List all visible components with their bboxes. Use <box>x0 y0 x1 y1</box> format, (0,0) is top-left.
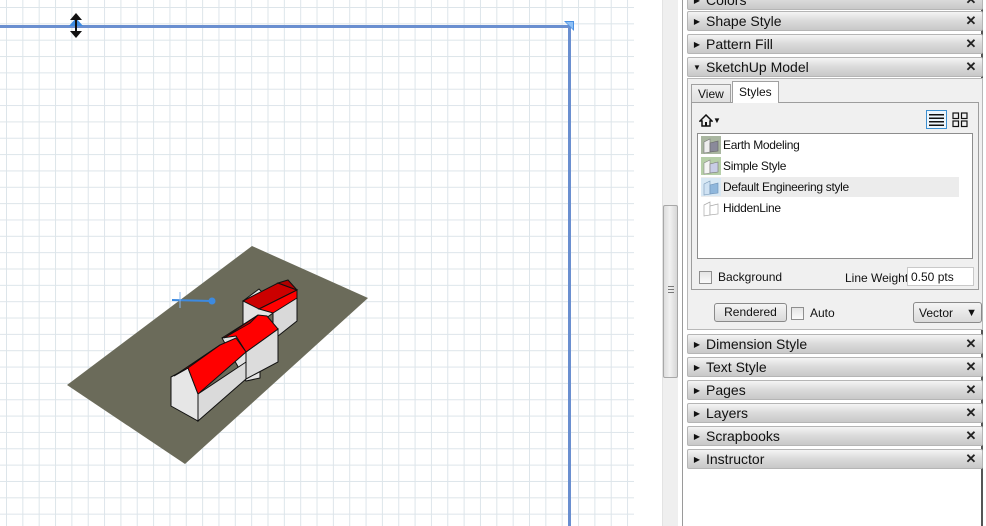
close-icon[interactable]: ✕ <box>960 36 982 52</box>
style-cube-icon <box>703 201 719 217</box>
style-collection-dropdown[interactable]: ▼ <box>698 111 721 127</box>
sketchup-model-panel: View Styles ▼ Earth Modeling Simple Styl… <box>687 78 983 330</box>
expand-triangle-icon: ▶ <box>693 385 701 395</box>
style-name: Simple Style <box>723 159 787 173</box>
close-icon[interactable]: ✕ <box>960 405 982 421</box>
style-list[interactable]: Earth Modeling Simple Style Default Engi… <box>697 133 973 259</box>
house-icon <box>698 113 714 127</box>
background-label: Background <box>718 270 783 284</box>
scrollbar-grip-icon <box>668 286 674 294</box>
chevron-down-icon: ▼ <box>713 115 721 125</box>
tab-view[interactable]: View <box>691 84 731 103</box>
expand-triangle-icon: ▶ <box>693 408 701 418</box>
close-icon[interactable]: ✕ <box>960 359 982 375</box>
chevron-down-icon: ▼ <box>966 306 977 319</box>
close-icon[interactable]: ✕ <box>960 59 982 75</box>
vertical-scrollbar-thumb[interactable] <box>663 205 678 378</box>
background-checkbox[interactable] <box>699 270 712 284</box>
page-border-right <box>568 25 571 526</box>
rendered-button[interactable]: Rendered <box>714 303 787 322</box>
list-view-icon <box>929 114 944 126</box>
close-icon[interactable]: ✕ <box>960 336 982 352</box>
panel-title: Dimension Style <box>706 336 808 352</box>
render-mode-select[interactable]: Vector ▼ <box>913 302 982 323</box>
panel-header-dimension-style[interactable]: ▶ Dimension Style ✕ <box>687 334 983 354</box>
panel-header-layers[interactable]: ▶ Layers ✕ <box>687 403 983 423</box>
panel-header-pages[interactable]: ▶ Pages ✕ <box>687 380 983 400</box>
styles-pane: ▼ Earth Modeling Simple Style Default En… <box>691 102 979 290</box>
drawing-canvas[interactable] <box>0 0 634 526</box>
style-item-earth-modeling[interactable]: Earth Modeling <box>701 135 959 155</box>
expand-triangle-icon: ▶ <box>693 16 701 26</box>
expand-triangle-icon: ▶ <box>693 454 701 464</box>
expand-triangle-icon: ▶ <box>693 339 701 349</box>
auto-label: Auto <box>810 306 835 320</box>
style-name: HiddenLine <box>723 201 781 215</box>
panel-title: Shape Style <box>706 13 782 29</box>
expand-triangle-icon: ▶ <box>693 362 701 372</box>
tab-styles[interactable]: Styles <box>732 81 779 103</box>
panel-header-shape-style[interactable]: ▶ Shape Style ✕ <box>687 11 983 31</box>
line-weight-label: Line Weight <box>845 271 909 285</box>
panel-title: Pages <box>706 382 746 398</box>
style-item-default-engineering[interactable]: Default Engineering style <box>701 177 959 197</box>
expand-triangle-icon: ▶ <box>693 0 701 5</box>
close-icon[interactable]: ✕ <box>960 451 982 467</box>
list-view-button[interactable] <box>926 110 947 129</box>
panel-title: Scrapbooks <box>706 428 780 444</box>
thumbnail-view-button[interactable] <box>950 110 971 129</box>
auto-checkbox-row[interactable]: Auto <box>791 306 835 320</box>
close-icon[interactable]: ✕ <box>960 0 982 8</box>
line-weight-input[interactable] <box>907 267 974 286</box>
auto-checkbox[interactable] <box>791 306 804 320</box>
style-item-simple-style[interactable]: Simple Style <box>701 156 959 176</box>
render-mode-value: Vector <box>919 305 954 320</box>
close-icon[interactable]: ✕ <box>960 382 982 398</box>
background-checkbox-row[interactable]: Background <box>699 270 782 284</box>
panel-header-text-style[interactable]: ▶ Text Style ✕ <box>687 357 983 377</box>
resize-arrows-icon[interactable] <box>66 12 86 40</box>
panel-title: SketchUp Model <box>706 59 809 75</box>
style-name: Default Engineering style <box>723 180 849 194</box>
panel-header-pattern-fill[interactable]: ▶ Pattern Fill ✕ <box>687 34 983 54</box>
style-name: Earth Modeling <box>723 138 800 152</box>
tray-content: ▶ Colors ✕ ▶ Shape Style ✕ ▶ Pattern Fil… <box>686 0 983 526</box>
panel-header-scrapbooks[interactable]: ▶ Scrapbooks ✕ <box>687 426 983 446</box>
panel-title: Instructor <box>706 451 765 467</box>
expand-triangle-icon: ▶ <box>693 39 701 49</box>
panel-header-instructor[interactable]: ▶ Instructor ✕ <box>687 449 983 469</box>
panel-title: Colors <box>706 0 747 8</box>
panel-title: Pattern Fill <box>706 36 773 52</box>
panel-header-colors[interactable]: ▶ Colors ✕ <box>687 0 983 10</box>
panel-title: Text Style <box>706 359 767 375</box>
style-cube-icon <box>701 157 721 175</box>
close-icon[interactable]: ✕ <box>960 13 982 29</box>
expand-triangle-icon: ▶ <box>693 431 701 441</box>
page-corner-handle[interactable] <box>563 20 575 32</box>
collapse-triangle-icon: ▼ <box>693 62 701 72</box>
panel-header-sketchup-model[interactable]: ▼ SketchUp Model ✕ <box>687 57 983 77</box>
style-cube-icon <box>701 178 721 196</box>
canvas-margin <box>634 0 662 526</box>
default-tray: ▶ Colors ✕ ▶ Shape Style ✕ ▶ Pattern Fil… <box>682 0 986 526</box>
sketchup-model-viewport[interactable] <box>60 240 380 470</box>
close-icon[interactable]: ✕ <box>960 428 982 444</box>
grid-view-icon <box>952 112 968 128</box>
style-item-hiddenline[interactable]: HiddenLine <box>701 198 959 218</box>
panel-title: Layers <box>706 405 749 421</box>
style-cube-icon <box>701 136 721 154</box>
